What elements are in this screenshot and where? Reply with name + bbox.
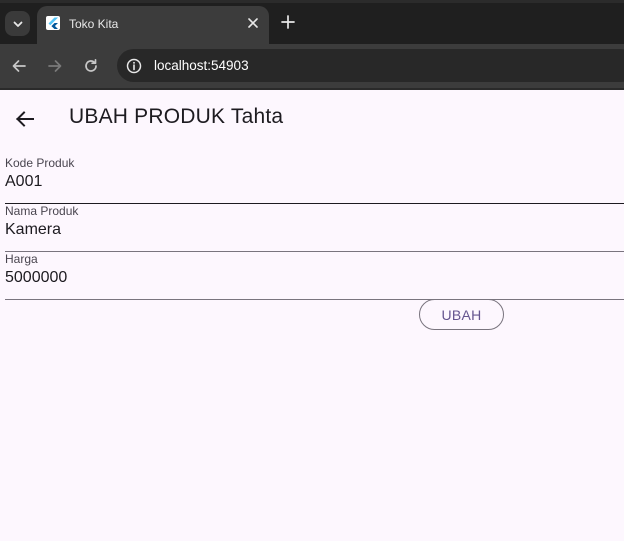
flutter-favicon-icon [46, 16, 60, 30]
url-text[interactable]: localhost:54903 [154, 58, 249, 73]
tab-title: Toko Kita [69, 17, 119, 31]
browser-tab-strip: Toko Kita [0, 0, 624, 44]
harga-input[interactable]: 5000000 [5, 269, 605, 287]
nama-produk-label: Nama Produk [5, 204, 79, 218]
harga-underline [5, 299, 624, 300]
kode-produk-input[interactable]: A001 [5, 173, 605, 191]
app-bar: UBAH PRODUK Tahta [0, 90, 624, 146]
tab-search-button[interactable] [5, 11, 30, 36]
app-page: UBAH PRODUK Tahta Kode Produk A001 Nama … [0, 90, 624, 541]
address-bar[interactable]: localhost:54903 [117, 49, 624, 82]
kode-produk-label: Kode Produk [5, 156, 75, 170]
browser-toolbar: localhost:54903 [0, 44, 624, 88]
reload-icon[interactable] [83, 58, 99, 74]
browser-tab-active[interactable]: Toko Kita [37, 6, 269, 44]
forward-arrow-icon[interactable] [47, 58, 63, 74]
kode-produk-field[interactable]: Kode Produk A001 [5, 156, 624, 204]
nama-produk-field[interactable]: Nama Produk Kamera [5, 204, 624, 252]
page-title: UBAH PRODUK Tahta [69, 105, 284, 128]
site-info-icon[interactable] [126, 58, 142, 74]
harga-label: Harga [5, 252, 38, 266]
new-tab-icon[interactable] [281, 15, 295, 29]
chevron-down-icon [13, 21, 22, 27]
back-arrow-icon[interactable] [11, 58, 27, 74]
tab-strip-top-edge [0, 0, 624, 3]
back-arrow-icon[interactable] [12, 106, 38, 132]
harga-field[interactable]: Harga 5000000 [5, 252, 624, 300]
ubah-button[interactable]: UBAH [419, 299, 504, 330]
nama-produk-input[interactable]: Kamera [5, 221, 605, 239]
close-tab-icon[interactable] [247, 17, 259, 29]
